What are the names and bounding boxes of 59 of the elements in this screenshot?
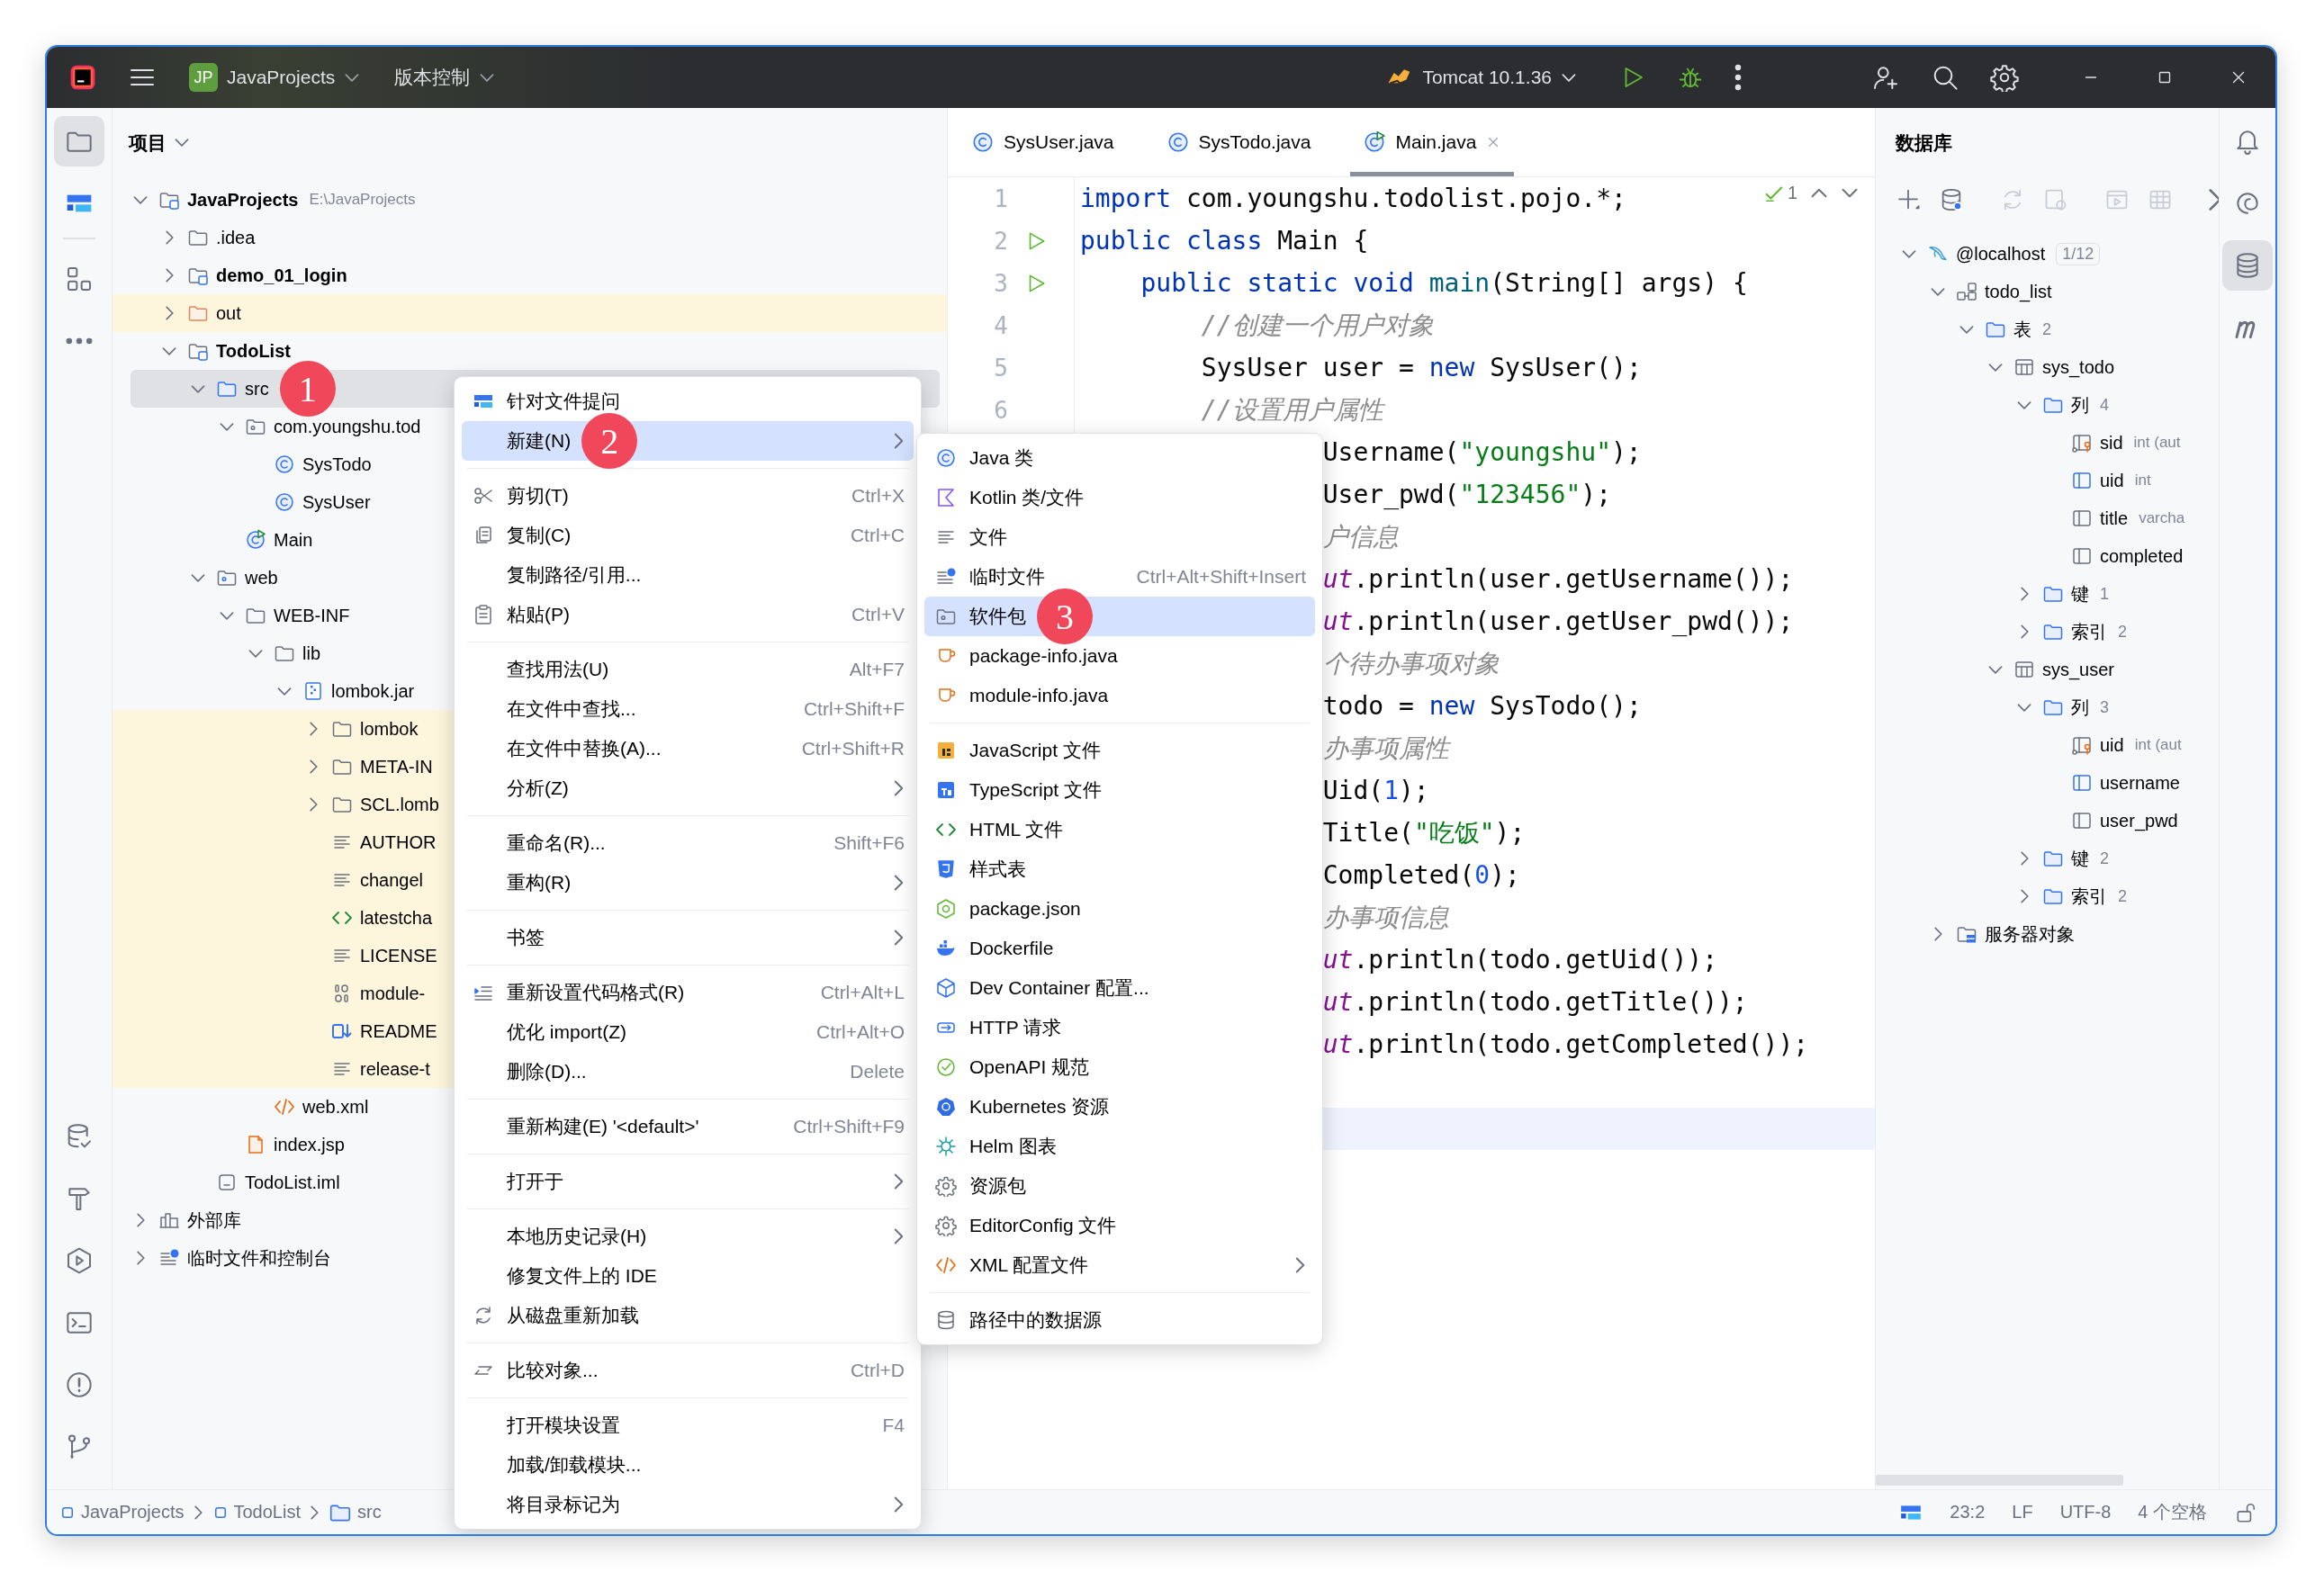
code-line: ut.println(user.getUser_pwd());	[1322, 606, 1794, 636]
line-number: 5	[993, 354, 1008, 382]
shortcut-label: Ctrl+D	[849, 1360, 905, 1381]
count-label: 1	[2100, 584, 2109, 604]
shortcut-label: F4	[881, 1415, 905, 1436]
panel-title: 数据库	[1896, 130, 1952, 155]
type-label: int	[2134, 472, 2151, 490]
code-line: 个待办事项对象	[1322, 647, 1500, 680]
shortcut-label: Ctrl+Shift+R	[800, 738, 905, 759]
callout-badge: 2	[581, 413, 638, 469]
line-number: 4	[993, 311, 1008, 339]
shortcut-label: Ctrl+Shift+F9	[792, 1116, 905, 1137]
line-number: 6	[993, 396, 1008, 424]
count-label: 3	[2100, 697, 2109, 717]
line-number: 3	[993, 269, 1008, 297]
shortcut-label: Ctrl+Shift+F	[802, 698, 905, 720]
code-line: //设置用户属性	[1201, 393, 1383, 427]
shortcut-label: Ctrl+Alt+O	[815, 1021, 905, 1043]
code-line: User_pwd("123456");	[1322, 480, 1611, 509]
type-label: int (aut	[2134, 736, 2182, 754]
code-line: Title("吃饭");	[1322, 816, 1526, 849]
shortcut-label: Ctrl+V	[851, 604, 905, 625]
code-line: ut.println(todo.getTitle());	[1322, 987, 1748, 1017]
count-label: 2	[2042, 319, 2051, 339]
path-label: E:\JavaProjects	[309, 191, 416, 209]
count-label: 2	[2118, 622, 2127, 642]
callout-badge: 3	[1037, 588, 1093, 644]
code-line: 办事项信息	[1322, 901, 1449, 934]
count-label: 2	[2118, 886, 2127, 906]
code-line: Uid(1);	[1322, 776, 1429, 805]
line-number: 2	[993, 227, 1008, 255]
code-line: ut.println(todo.getUid());	[1322, 945, 1717, 975]
count-label: 2	[2100, 849, 2109, 868]
count-label: 1/12	[2056, 242, 2101, 265]
code-line: public class Main {	[1080, 226, 1369, 256]
code-line: Username("youngshu");	[1322, 437, 1642, 467]
code-line: todo = new SysTodo();	[1322, 691, 1642, 721]
code-line: ut.println(todo.getCompleted());	[1322, 1029, 1809, 1059]
code-line: Completed(0);	[1322, 860, 1520, 890]
shortcut-label: Ctrl+X	[851, 485, 905, 507]
code-line: 办事项属性	[1322, 732, 1449, 765]
type-label: int (aut	[2133, 434, 2181, 452]
code-line: ut.println(user.getUsername());	[1322, 564, 1794, 594]
code-line: import com.youngshu.todolist.pojo.*;	[1080, 184, 1626, 213]
code-line: SysUser user = new SysUser();	[1201, 353, 1642, 382]
line-number: 1	[993, 184, 1008, 212]
type-label: varcha	[2139, 509, 2185, 527]
shortcut-label: Ctrl+Alt+L	[819, 982, 905, 1003]
shortcut-label: Ctrl+C	[849, 525, 905, 546]
code-line: public static void main(String[] args) {	[1140, 268, 1748, 298]
shortcut-label: Shift+F6	[833, 832, 905, 854]
shortcut-label: Ctrl+Alt+Shift+Insert	[1135, 566, 1306, 588]
code-line: //创建一个用户对象	[1201, 309, 1434, 342]
project-avatar: JP	[189, 63, 218, 92]
callout-badge: 1	[279, 361, 336, 417]
code-line: 户信息	[1322, 520, 1399, 553]
shortcut-label: Delete	[849, 1061, 905, 1082]
count-label: 4	[2100, 395, 2109, 415]
shortcut-label: Alt+F7	[848, 659, 905, 680]
